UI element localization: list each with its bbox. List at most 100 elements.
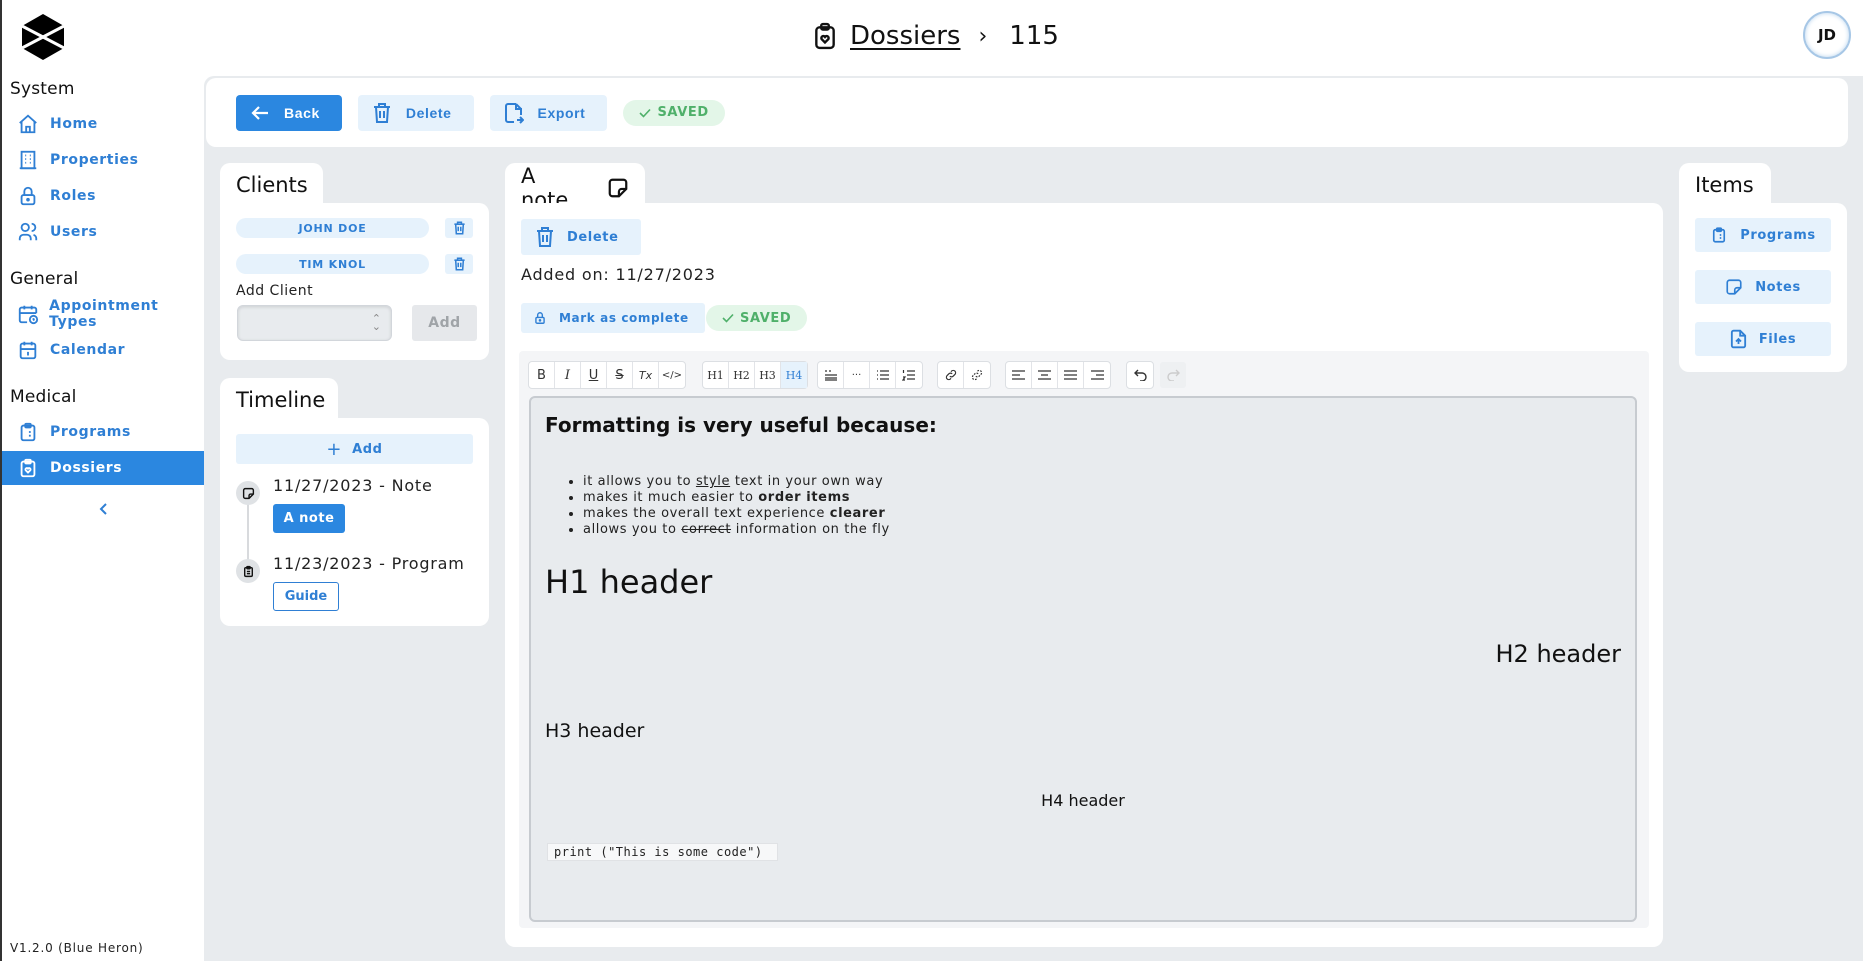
mark-complete-button[interactable]: Mark as complete xyxy=(521,303,705,333)
align-left-icon xyxy=(1012,370,1025,380)
strikethrough-button[interactable]: S xyxy=(607,362,633,388)
h4-icon: H4 xyxy=(785,368,803,382)
h2-icon: H2 xyxy=(733,368,750,382)
sidebar-item-programs[interactable]: Programs xyxy=(2,415,206,449)
action-toolbar: Back Delete Export SAVED xyxy=(206,78,1848,147)
clipboard-list-icon xyxy=(16,420,40,444)
sidebar-item-dossiers[interactable]: Dossiers xyxy=(2,451,206,485)
file-export-icon xyxy=(504,102,524,124)
undo-button[interactable] xyxy=(1127,362,1153,388)
undo-icon xyxy=(1133,369,1147,381)
italic-button[interactable]: I xyxy=(555,362,581,388)
user-avatar[interactable]: JD xyxy=(1803,11,1851,59)
align-toolbar-group xyxy=(1005,361,1111,389)
align-left-button[interactable] xyxy=(1006,362,1032,388)
clear-format-button[interactable]: Tx xyxy=(633,362,659,388)
h3-button[interactable]: H3 xyxy=(755,362,781,388)
timeline-entry-note-button[interactable]: A note xyxy=(273,504,345,533)
select-chevron-icon: ⌃ ⌄ xyxy=(371,312,381,333)
client-chip-tim-knol[interactable]: TIM KNOL xyxy=(236,254,429,274)
remove-client-button[interactable] xyxy=(445,254,473,274)
underlined-text: style xyxy=(695,474,731,489)
horizontal-rule-icon: ··· xyxy=(851,369,862,381)
timeline-add-button[interactable]: + Add xyxy=(236,434,473,464)
bullet-list-icon xyxy=(876,370,889,380)
remove-client-button[interactable] xyxy=(445,218,473,238)
sidebar-section-system: System xyxy=(10,79,75,99)
trash-icon xyxy=(453,221,465,235)
bold-text: clearer xyxy=(829,506,886,521)
file-upload-icon xyxy=(1730,329,1747,349)
trash-icon xyxy=(535,226,555,248)
check-icon xyxy=(722,313,734,323)
h2-button[interactable]: H2 xyxy=(729,362,755,388)
link-button[interactable] xyxy=(938,362,964,388)
items-files-button[interactable]: Files xyxy=(1695,322,1831,356)
bold-icon: B xyxy=(537,367,546,383)
block-toolbar-group: ··· xyxy=(817,361,923,389)
sticky-note-icon xyxy=(242,487,254,499)
sidebar-item-calendar[interactable]: Calendar xyxy=(2,333,206,367)
lock-icon xyxy=(16,184,40,208)
items-programs-button[interactable]: Programs xyxy=(1695,218,1831,252)
client-chip-john-doe[interactable]: JOHN DOE xyxy=(236,218,429,238)
unlink-icon xyxy=(971,369,983,381)
sidebar-item-roles[interactable]: Roles xyxy=(2,179,206,213)
back-button[interactable]: Back xyxy=(236,94,342,131)
sidebar-item-properties[interactable]: Properties xyxy=(2,143,206,177)
timeline-entry-program-button[interactable]: Guide xyxy=(273,582,339,611)
bold-text: order items xyxy=(758,490,851,505)
home-icon xyxy=(16,112,40,136)
editor-intro-heading: Formatting is very useful because: xyxy=(545,413,937,437)
delete-note-label: Delete xyxy=(567,229,619,245)
sidebar-item-users[interactable]: Users xyxy=(2,215,206,249)
clear-format-icon: Tx xyxy=(638,368,653,382)
sidebar-item-appointment-types[interactable]: Appointment Types xyxy=(2,297,206,331)
calendar-clock-icon xyxy=(16,302,39,326)
trash-icon xyxy=(372,102,392,124)
breadcrumb-dossiers-link[interactable]: Dossiers xyxy=(850,21,960,51)
editor-content[interactable]: Formatting is very useful because: it al… xyxy=(529,396,1637,922)
strikethrough-text: correct xyxy=(681,522,732,537)
ordered-list-button[interactable] xyxy=(896,362,922,388)
text: allows you to xyxy=(583,522,682,537)
add-client-button[interactable]: Add xyxy=(412,305,477,341)
blockquote-button[interactable] xyxy=(818,362,844,388)
underline-button[interactable]: U xyxy=(581,362,607,388)
text: it allows you to xyxy=(583,474,696,489)
app-logo[interactable] xyxy=(20,12,66,62)
sticky-note-icon xyxy=(607,177,629,199)
redo-button[interactable] xyxy=(1160,362,1186,388)
bullet-list-button[interactable] xyxy=(870,362,896,388)
sticky-note-icon xyxy=(1725,278,1743,296)
export-button[interactable]: Export xyxy=(489,94,608,131)
add-client-select[interactable]: ⌃ ⌄ xyxy=(237,305,392,341)
align-right-button[interactable] xyxy=(1084,362,1110,388)
editor-code-block: print ("This is some code") xyxy=(547,843,778,861)
sidebar-item-home[interactable]: Home xyxy=(2,107,206,141)
align-justify-button[interactable] xyxy=(1058,362,1084,388)
horizontal-rule-button[interactable]: ··· xyxy=(844,362,870,388)
h4-button[interactable]: H4 xyxy=(781,362,807,388)
plus-icon: + xyxy=(326,438,343,460)
align-center-button[interactable] xyxy=(1032,362,1058,388)
h1-button[interactable]: H1 xyxy=(703,362,729,388)
arrow-left-icon xyxy=(250,105,270,121)
unlink-button[interactable] xyxy=(964,362,990,388)
delete-dossier-button[interactable]: Delete xyxy=(357,94,474,131)
delete-note-button[interactable]: Delete xyxy=(521,219,641,255)
list-item: allows you to correct information on the… xyxy=(583,522,890,538)
text: makes the overall text experience xyxy=(583,506,830,521)
list-item: it allows you to style text in your own … xyxy=(583,474,890,490)
code-button[interactable]: </> xyxy=(659,362,685,388)
ordered-list-icon xyxy=(902,370,915,381)
bold-button[interactable]: B xyxy=(529,362,555,388)
timeline-entry-date: 11/23/2023 - Program xyxy=(273,554,465,573)
items-notes-button[interactable]: Notes xyxy=(1695,270,1831,304)
text: makes it much easier to xyxy=(583,490,759,505)
h3-icon: H3 xyxy=(759,368,776,382)
clipboard-heart-icon xyxy=(812,21,838,51)
clients-panel: JOHN DOE TIM KNOL Add Client ⌃ ⌄ Add xyxy=(220,203,489,360)
rich-text-editor: B I U S Tx </> H1 H2 H3 H4 ··· Formattin… xyxy=(519,351,1649,928)
chevron-left-icon[interactable] xyxy=(98,500,112,520)
